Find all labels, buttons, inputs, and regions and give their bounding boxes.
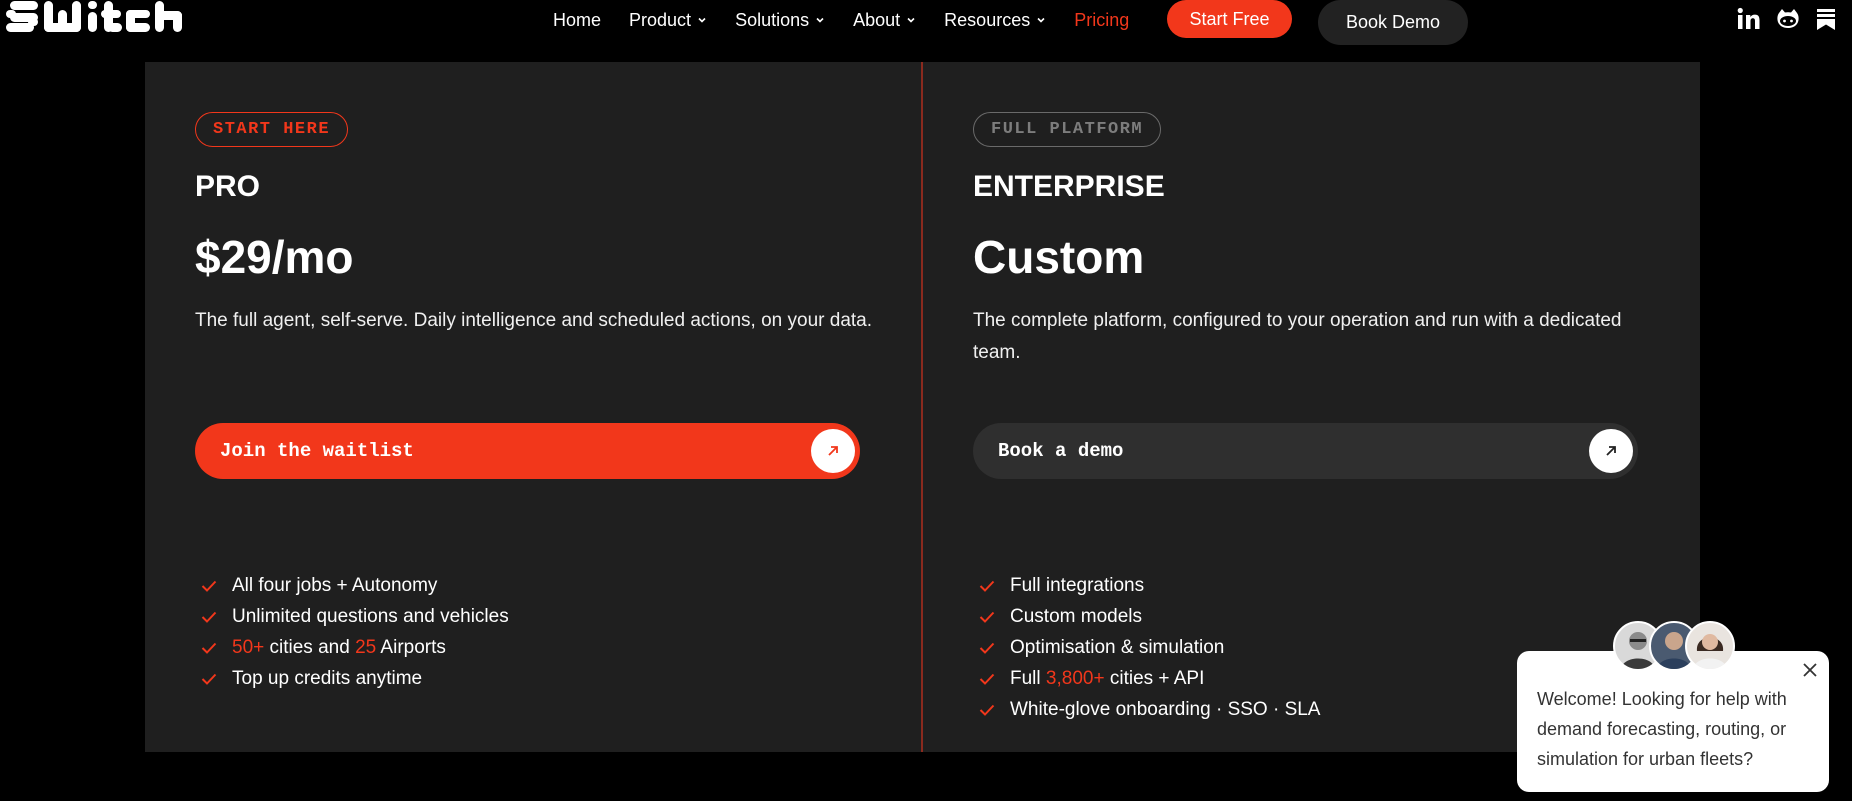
feature-text: Top up credits anytime [232, 668, 422, 690]
feature-item: Custom models [973, 601, 1321, 632]
github-icon[interactable] [1775, 6, 1801, 32]
feature-highlight: 3,800+ [1045, 667, 1105, 689]
nav-pricing[interactable]: Pricing [1074, 10, 1129, 31]
support-avatars [1613, 621, 1735, 673]
nav-home[interactable]: Home [553, 10, 601, 31]
feature-item: Full integrations [973, 570, 1321, 601]
check-icon [201, 642, 217, 654]
plan-badge: FULL PLATFORM [973, 112, 1162, 147]
chevron-down-icon [907, 17, 915, 23]
nav-product-label: Product [629, 9, 692, 30]
feature-item: 50+ cities and 25 Airports [195, 632, 509, 663]
book-a-demo-button[interactable]: Book a demo [973, 423, 1638, 479]
feature-text-part: White-glove onboarding · SSO · SLA [1010, 698, 1321, 720]
feature-text-part: cities and [264, 636, 356, 658]
chevron-down-icon [698, 17, 706, 23]
feature-text-part: All four jobs + Autonomy [232, 574, 438, 596]
feature-list: Full integrations Custom models Optimisati… [973, 570, 1321, 725]
nav-about-label: About [853, 9, 901, 30]
nav-resources[interactable]: Resources [944, 10, 1046, 31]
close-icon[interactable] [1799, 659, 1821, 681]
check-icon [979, 642, 995, 654]
check-icon [979, 673, 995, 685]
feature-text-part: Full [1010, 667, 1046, 689]
plan-name: PRO [195, 170, 261, 203]
plan-name: ENTERPRISE [973, 170, 1165, 203]
feature-text-part: Custom models [1010, 605, 1142, 627]
nav-pricing-label: Pricing [1074, 9, 1130, 30]
plan-badge: START HERE [195, 112, 349, 147]
cta-label: Book a demo [998, 440, 1124, 462]
feature-item: All four jobs + Autonomy [195, 570, 509, 601]
nav-product[interactable]: Product [629, 10, 707, 31]
feature-item: Optimisation & simulation [973, 632, 1321, 663]
chat-welcome-message: Welcome! Looking for help with demand fo… [1537, 689, 1787, 769]
linkedin-icon[interactable] [1736, 6, 1762, 32]
start-free-button[interactable]: Start Free [1167, 0, 1292, 38]
feature-text-part: Optimisation & simulation [1010, 636, 1225, 658]
chevron-down-icon [1037, 17, 1045, 23]
plan-description: The complete platform, configured to you… [973, 310, 1622, 363]
cta-label: Join the waitlist [220, 440, 414, 462]
nav-links: Home Product Solutions About Resources P… [553, 0, 1157, 40]
arrow-up-right-icon [811, 429, 855, 473]
feature-text-part: Airports [376, 636, 446, 658]
check-icon [201, 611, 217, 623]
pricing-section: START HERE PRO $29/mo The full agent, se… [145, 62, 1700, 752]
bookmark-icon[interactable] [1813, 6, 1839, 32]
feature-list: All four jobs + Autonomy Unlimited questi… [195, 570, 509, 694]
nav-resources-label: Resources [944, 9, 1031, 30]
feature-highlight: 50+ [232, 636, 265, 658]
join-waitlist-button[interactable]: Join the waitlist [195, 423, 860, 479]
feature-item: White-glove onboarding · SSO · SLA [973, 694, 1321, 725]
enterprise-plan-card: FULL PLATFORM ENTERPRISE Custom The comp… [973, 62, 1653, 752]
feature-text: Full integrations [1010, 575, 1144, 597]
avatar [1685, 621, 1735, 671]
feature-text-part: cities + API [1104, 667, 1205, 689]
feature-highlight: 25 [355, 636, 377, 658]
book-demo-button[interactable]: Book Demo [1318, 0, 1468, 45]
feature-item: Top up credits anytime [195, 663, 509, 694]
feature-text: Custom models [1010, 606, 1142, 628]
feature-text: Full 3,800+ cities + API [1010, 668, 1204, 690]
check-icon [979, 580, 995, 592]
plan-price: Custom [973, 231, 1145, 283]
plan-divider [921, 62, 923, 752]
nav-about[interactable]: About [853, 10, 916, 31]
pro-plan-card: START HERE PRO $29/mo The full agent, se… [195, 62, 875, 752]
nav-solutions[interactable]: Solutions [735, 10, 825, 31]
check-icon [979, 704, 995, 716]
book-demo-label: Book Demo [1345, 12, 1441, 32]
feature-text-part: Unlimited questions and vehicles [232, 605, 509, 627]
feature-text-part: Top up credits anytime [232, 667, 423, 689]
feature-text: Unlimited questions and vehicles [232, 606, 509, 628]
feature-text: White-glove onboarding · SSO · SLA [1010, 699, 1321, 721]
nav-home-label: Home [553, 9, 602, 30]
check-icon [201, 673, 217, 685]
feature-item: Unlimited questions and vehicles [195, 601, 509, 632]
switch-logo[interactable] [6, 0, 184, 34]
feature-text-part: Full integrations [1010, 574, 1145, 596]
feature-text: All four jobs + Autonomy [232, 575, 437, 597]
check-icon [201, 580, 217, 592]
feature-text: 50+ cities and 25 Airports [232, 637, 446, 659]
arrow-up-right-icon [1589, 429, 1633, 473]
chevron-down-icon [816, 17, 824, 23]
plan-description: The full agent, self-serve. Daily intell… [195, 310, 873, 331]
start-free-label: Start Free [1189, 8, 1270, 29]
top-navigation: Home Product Solutions About Resources P… [0, 0, 1852, 45]
feature-text: Optimisation & simulation [1010, 637, 1224, 659]
plan-price: $29/mo [195, 231, 354, 283]
nav-solutions-label: Solutions [735, 9, 810, 30]
check-icon [979, 611, 995, 623]
feature-item: Full 3,800+ cities + API [973, 663, 1321, 694]
